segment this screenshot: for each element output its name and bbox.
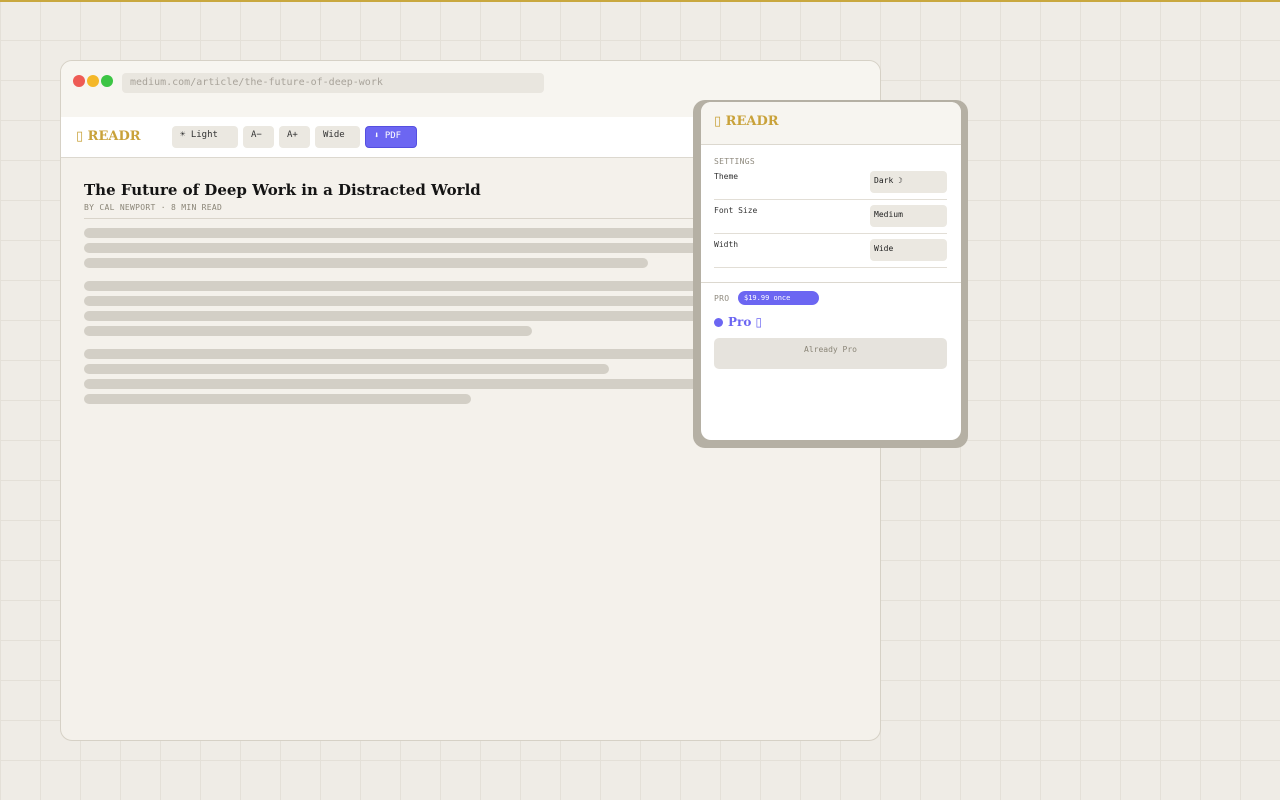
text-line-placeholder xyxy=(84,326,532,336)
readr-logo: ▯ READR xyxy=(76,129,141,144)
text-line-placeholder xyxy=(84,394,471,404)
download-pdf-button[interactable]: ⬇ PDF xyxy=(365,126,417,148)
popup-logo: ▯ READR xyxy=(714,114,779,129)
increase-font-button[interactable]: A+ xyxy=(279,126,310,148)
already-pro-button[interactable]: Already Pro xyxy=(714,338,947,369)
setting-row-width: Width Wide xyxy=(714,234,947,268)
url-bar[interactable]: medium.com/article/the-future-of-deep-wo… xyxy=(122,73,544,93)
popup-divider xyxy=(701,282,961,283)
setting-row-font-size: Font Size Medium xyxy=(714,200,947,234)
minimize-window-dot[interactable] xyxy=(87,75,99,87)
popup-header: ▯ READR xyxy=(701,102,961,145)
close-window-dot[interactable] xyxy=(73,75,85,87)
wide-width-button[interactable]: Wide xyxy=(315,126,360,148)
font-size-select[interactable]: Medium xyxy=(870,205,947,227)
pro-section-label: PRO xyxy=(714,294,730,303)
text-line-placeholder xyxy=(84,258,648,268)
light-theme-button[interactable]: ☀ Light xyxy=(172,126,238,148)
width-select[interactable]: Wide xyxy=(870,239,947,261)
decrease-font-button[interactable]: A− xyxy=(243,126,274,148)
setting-label-font-size: Font Size xyxy=(714,206,758,215)
price-badge: $19.99 once xyxy=(738,291,819,305)
maximize-window-dot[interactable] xyxy=(101,75,113,87)
top-accent-bar xyxy=(0,0,1280,2)
text-line-placeholder xyxy=(84,364,609,374)
settings-section-label: SETTINGS xyxy=(714,157,755,166)
setting-label-width: Width xyxy=(714,240,739,249)
popup-panel: ▯ READR SETTINGS Theme Dark ☽ Font Size … xyxy=(701,102,961,440)
pro-status-dot xyxy=(714,318,723,327)
extension-popup: ▯ READR SETTINGS Theme Dark ☽ Font Size … xyxy=(693,100,968,448)
theme-select[interactable]: Dark ☽ xyxy=(870,171,947,193)
setting-row-theme: Theme Dark ☽ xyxy=(714,166,947,200)
setting-label-theme: Theme xyxy=(714,172,739,181)
pro-status-label: Pro ▯ xyxy=(728,315,763,329)
